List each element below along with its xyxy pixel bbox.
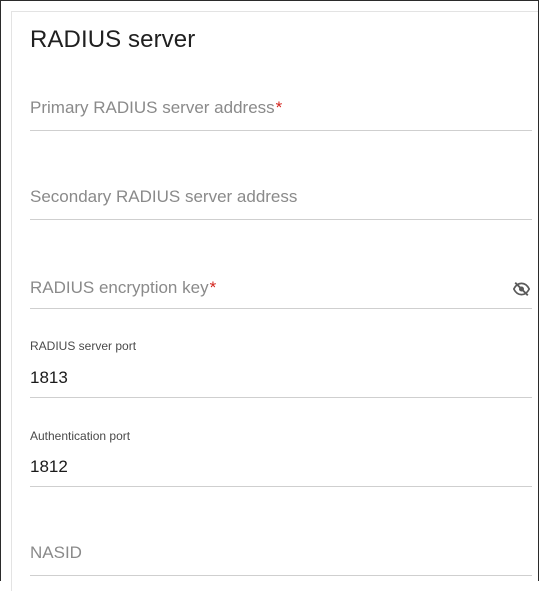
primary-radius-address-placeholder: Primary RADIUS server address* <box>30 98 283 117</box>
radius-encryption-key-field[interactable]: RADIUS encryption key* <box>30 271 532 309</box>
radius-server-port-value: 1813 <box>30 368 68 387</box>
nasid-field[interactable]: NASID <box>30 538 532 576</box>
radius-encryption-key-placeholder: RADIUS encryption key* <box>30 278 217 297</box>
radius-server-port-field[interactable]: RADIUS server port 1813 <box>30 337 532 398</box>
eye-slash-icon <box>512 282 530 296</box>
required-asterisk: * <box>275 98 283 117</box>
radius-server-card: RADIUS server Primary RADIUS server addr… <box>11 11 538 591</box>
nasid-placeholder: NASID <box>30 543 82 562</box>
required-asterisk: * <box>209 278 217 297</box>
primary-radius-address-field[interactable]: Primary RADIUS server address* <box>30 93 532 131</box>
authentication-port-label: Authentication port <box>30 429 131 443</box>
radius-server-port-label: RADIUS server port <box>30 339 137 353</box>
authentication-port-value: 1812 <box>30 457 68 476</box>
toggle-visibility-button[interactable] <box>511 281 531 297</box>
section-title: RADIUS server <box>30 26 196 53</box>
secondary-radius-address-field[interactable]: Secondary RADIUS server address <box>30 182 532 220</box>
secondary-radius-address-placeholder: Secondary RADIUS server address <box>30 187 298 206</box>
authentication-port-field[interactable]: Authentication port 1812 <box>30 426 532 487</box>
